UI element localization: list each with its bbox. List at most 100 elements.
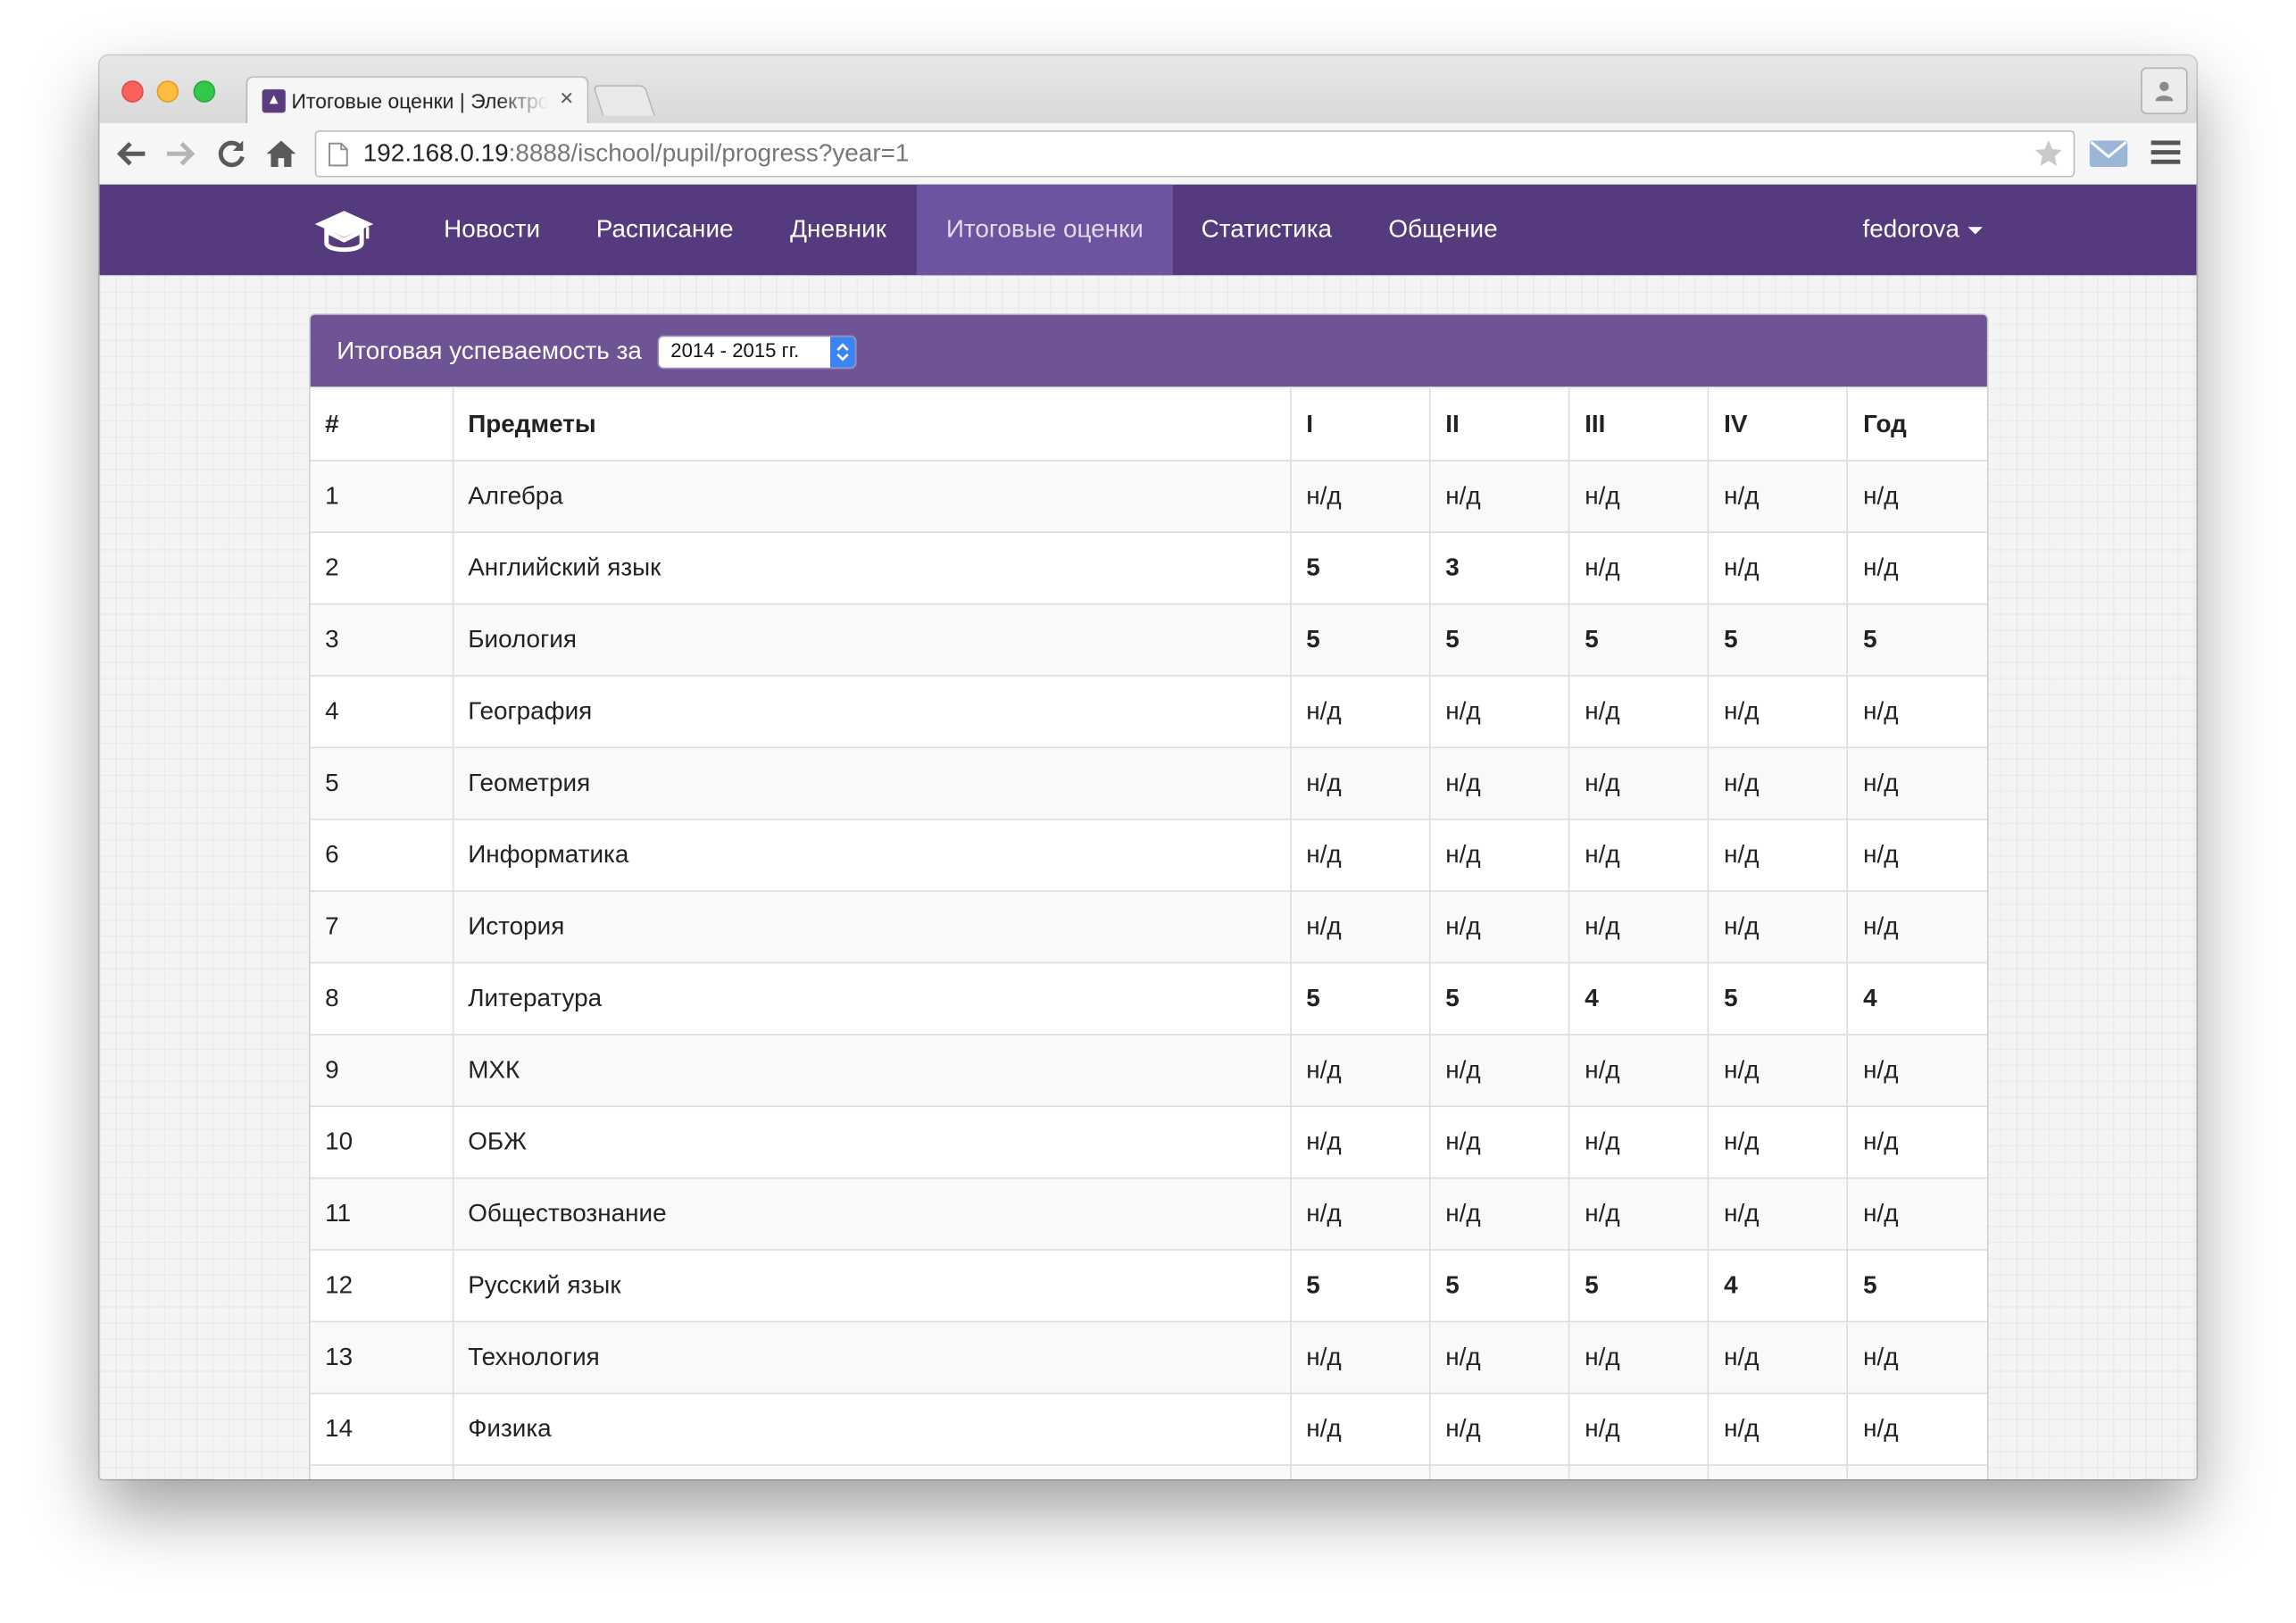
subject-name: Геометрия	[452, 746, 1292, 820]
grade-cell: н/д	[1847, 1105, 1987, 1179]
grade-cell: н/д	[1568, 890, 1710, 964]
grade-cell: 5	[1568, 1249, 1710, 1323]
grade-cell: н/д	[1429, 1177, 1570, 1251]
user-menu-dropdown[interactable]: fedorova	[1862, 185, 1984, 276]
grade-cell	[1847, 1464, 1987, 1479]
panel-title: Итоговая успеваемость за	[337, 337, 642, 365]
subject-name: Литература	[452, 961, 1292, 1036]
address-bar[interactable]: 192.168.0.19:8888/ischool/pupil/progress…	[314, 129, 2076, 178]
url-path: :8888/ischool/pupil/progress?year=1	[508, 138, 910, 167]
site-favicon-icon: ▲	[262, 89, 286, 113]
grade-cell: н/д	[1847, 460, 1987, 534]
grade-cell	[1429, 1464, 1570, 1479]
user-name: fedorova	[1862, 215, 1960, 244]
header-quarter-3: III	[1568, 387, 1710, 462]
tab-close-icon[interactable]: ×	[555, 87, 578, 113]
home-icon	[266, 140, 296, 167]
select-arrows-icon	[830, 337, 855, 368]
row-number	[310, 1464, 453, 1479]
tab-title: Итоговые оценки | Электронный дневник	[291, 89, 548, 113]
table-header-row: # Предметы I II III IV Год	[310, 387, 1987, 462]
subject-name: Физика	[452, 1392, 1292, 1466]
grade-cell: н/д	[1568, 460, 1710, 534]
grade-cell: н/д	[1847, 1320, 1987, 1394]
mail-extension-icon[interactable]	[2089, 140, 2128, 167]
table-row: 1 Алгебра н/д н/д н/д н/д н/д	[310, 460, 1987, 534]
subject-name: Биология	[452, 603, 1292, 677]
forward-button[interactable]	[162, 137, 201, 171]
grade-cell: н/д	[1847, 818, 1987, 892]
grade-cell: н/д	[1429, 1392, 1570, 1466]
hamburger-menu-icon[interactable]	[2150, 139, 2181, 166]
row-number: 10	[310, 1105, 453, 1179]
header-subjects: Предметы	[452, 387, 1292, 462]
row-number: 3	[310, 603, 453, 677]
minimize-window-button[interactable]	[156, 80, 179, 103]
row-number: 1	[310, 460, 453, 534]
subject-name: ОБЖ	[452, 1105, 1292, 1179]
grade-cell: н/д	[1290, 818, 1431, 892]
grade-cell: н/д	[1429, 460, 1570, 534]
grade-cell: 3	[1429, 531, 1570, 605]
reload-button[interactable]	[213, 137, 252, 171]
profile-button[interactable]	[2141, 67, 2188, 114]
grade-cell: 5	[1708, 961, 1849, 1036]
nav-messages[interactable]: Общение	[1374, 185, 1513, 276]
grades-panel: Итоговая успеваемость за 2014 - 2015 гг.	[309, 313, 1989, 1479]
subject-name: Информатика	[452, 818, 1292, 892]
grade-cell: н/д	[1568, 746, 1710, 820]
browser-tab[interactable]: ▲ Итоговые оценки | Электронный дневник …	[245, 76, 589, 127]
nav-diary[interactable]: Дневник	[775, 185, 903, 276]
grade-cell: 5	[1290, 531, 1431, 605]
grade-cell	[1290, 1464, 1431, 1479]
browser-window: ▲ Итоговые оценки | Электронный дневник …	[99, 55, 2197, 1479]
grade-cell: н/д	[1568, 675, 1710, 749]
zoom-window-button[interactable]	[193, 80, 216, 103]
grade-cell: н/д	[1568, 1105, 1710, 1179]
nav-schedule[interactable]: Расписание	[581, 185, 748, 276]
grade-cell: н/д	[1290, 1392, 1431, 1466]
header-quarter-4: IV	[1708, 387, 1849, 462]
grade-cell: н/д	[1847, 675, 1987, 749]
grade-cell: н/д	[1708, 890, 1849, 964]
grade-cell: н/д	[1429, 1320, 1570, 1394]
table-row: 5 Геометрия н/д н/д н/д н/д н/д	[310, 746, 1987, 820]
tab-strip: ▲ Итоговые оценки | Электронный дневник …	[99, 55, 2197, 127]
url-host: 192.168.0.19	[362, 138, 509, 167]
table-row: 2 Английский язык 5 3 н/д н/д н/д	[310, 531, 1987, 605]
grade-cell: 5	[1429, 961, 1570, 1036]
grade-cell: 5	[1708, 603, 1849, 677]
header-quarter-2: II	[1429, 387, 1570, 462]
header-number: #	[310, 387, 453, 462]
grade-cell: 5	[1429, 1249, 1570, 1323]
grade-cell	[1708, 1464, 1849, 1479]
grade-cell: 4	[1847, 961, 1987, 1036]
graduation-cap-icon[interactable]	[312, 208, 376, 254]
subject-name: Обществознание	[452, 1177, 1292, 1251]
back-button[interactable]	[114, 137, 153, 171]
year-select[interactable]: 2014 - 2015 гг.	[659, 337, 855, 368]
close-window-button[interactable]	[121, 80, 144, 103]
row-number: 13	[310, 1320, 453, 1394]
caret-down-icon	[1967, 227, 1984, 235]
subject-name: География	[452, 675, 1292, 749]
row-number: 5	[310, 746, 453, 820]
new-tab-button[interactable]	[592, 85, 655, 116]
url-text: 192.168.0.19:8888/ischool/pupil/progress…	[363, 139, 910, 169]
grade-cell: н/д	[1568, 1392, 1710, 1466]
nav-news[interactable]: Новости	[429, 185, 555, 276]
bookmark-star-icon[interactable]	[2033, 137, 2065, 170]
nav-statistics[interactable]: Статистика	[1187, 185, 1345, 276]
person-icon	[2155, 81, 2174, 102]
grade-cell: н/д	[1847, 890, 1987, 964]
grade-cell: н/д	[1847, 1034, 1987, 1108]
grade-cell: н/д	[1429, 1034, 1570, 1108]
subject-name	[452, 1464, 1292, 1479]
grade-cell: н/д	[1429, 746, 1570, 820]
nav-final-grades[interactable]: Итоговые оценки	[916, 184, 1173, 276]
grade-cell: 5	[1568, 603, 1710, 677]
row-number: 11	[310, 1177, 453, 1251]
home-button[interactable]	[263, 137, 302, 171]
grade-cell: н/д	[1708, 1034, 1849, 1108]
table-row: 12 Русский язык 5 5 5 4 5	[310, 1249, 1987, 1323]
